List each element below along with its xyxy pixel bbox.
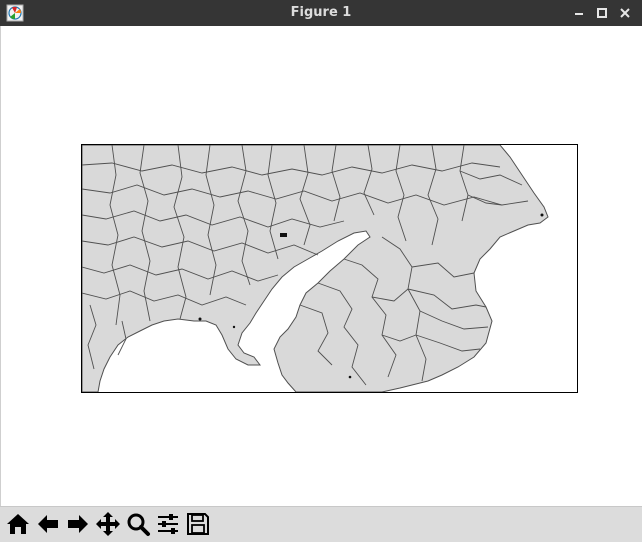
configure-subplots-button[interactable] (154, 510, 182, 538)
move-icon (96, 512, 120, 536)
forward-button[interactable] (64, 510, 92, 538)
map-plot (82, 145, 549, 392)
arrow-left-icon (38, 515, 58, 533)
home-icon (7, 514, 29, 534)
title-bar: Figure 1 (0, 0, 642, 26)
close-button[interactable] (616, 4, 634, 22)
zoom-button[interactable] (124, 510, 152, 538)
maximize-icon (597, 8, 607, 18)
close-icon (620, 8, 630, 18)
land-area (82, 145, 549, 392)
back-button[interactable] (34, 510, 62, 538)
magnifier-icon (127, 513, 150, 536)
minimize-icon (575, 13, 583, 15)
minimize-button[interactable] (570, 4, 588, 22)
maximize-button[interactable] (593, 4, 611, 22)
navigation-toolbar (0, 506, 642, 542)
save-button[interactable] (184, 510, 212, 538)
map-axes[interactable] (81, 144, 578, 393)
sliders-icon (158, 514, 178, 534)
arrow-right-icon (68, 515, 88, 533)
pan-button[interactable] (94, 510, 122, 538)
home-button[interactable] (4, 510, 32, 538)
floppy-disk-icon (187, 513, 209, 535)
window-title: Figure 1 (290, 5, 352, 20)
